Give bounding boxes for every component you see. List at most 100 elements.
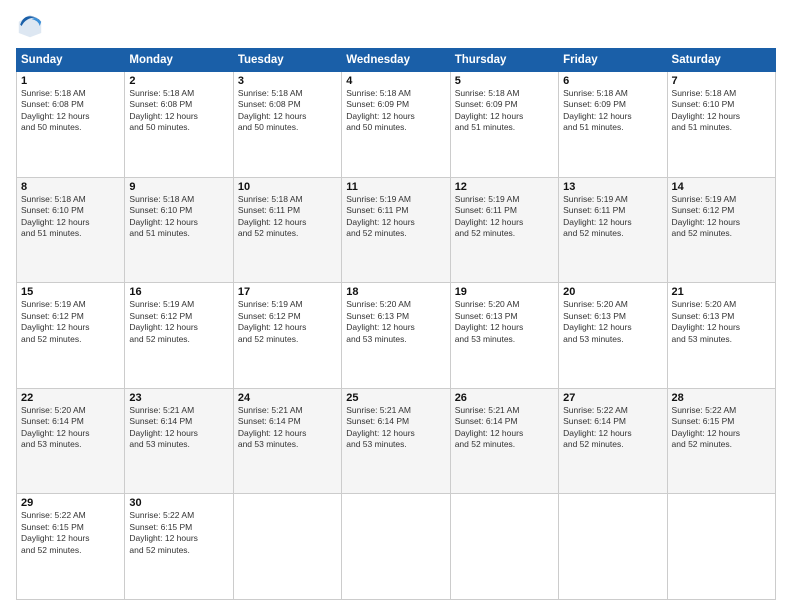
calendar-header-friday: Friday: [559, 49, 667, 72]
calendar-cell: 2Sunrise: 5:18 AMSunset: 6:08 PMDaylight…: [125, 72, 233, 178]
day-info: Sunrise: 5:20 AMSunset: 6:13 PMDaylight:…: [455, 299, 554, 345]
day-info: Sunrise: 5:18 AMSunset: 6:10 PMDaylight:…: [672, 88, 771, 134]
day-number: 11: [346, 181, 445, 193]
day-info: Sunrise: 5:18 AMSunset: 6:09 PMDaylight:…: [563, 88, 662, 134]
day-info: Sunrise: 5:20 AMSunset: 6:13 PMDaylight:…: [346, 299, 445, 345]
day-number: 12: [455, 181, 554, 193]
calendar-cell: 6Sunrise: 5:18 AMSunset: 6:09 PMDaylight…: [559, 72, 667, 178]
day-number: 26: [455, 392, 554, 404]
calendar-cell: [667, 494, 775, 600]
calendar-week-row: 15Sunrise: 5:19 AMSunset: 6:12 PMDayligh…: [17, 283, 776, 389]
day-number: 29: [21, 497, 120, 509]
calendar-cell: 3Sunrise: 5:18 AMSunset: 6:08 PMDaylight…: [233, 72, 341, 178]
day-info: Sunrise: 5:22 AMSunset: 6:15 PMDaylight:…: [21, 510, 120, 556]
day-info: Sunrise: 5:19 AMSunset: 6:12 PMDaylight:…: [129, 299, 228, 345]
calendar-cell: 13Sunrise: 5:19 AMSunset: 6:11 PMDayligh…: [559, 177, 667, 283]
day-number: 7: [672, 75, 771, 87]
day-info: Sunrise: 5:19 AMSunset: 6:12 PMDaylight:…: [672, 194, 771, 240]
day-info: Sunrise: 5:21 AMSunset: 6:14 PMDaylight:…: [129, 405, 228, 451]
calendar-cell: 27Sunrise: 5:22 AMSunset: 6:14 PMDayligh…: [559, 388, 667, 494]
day-info: Sunrise: 5:22 AMSunset: 6:15 PMDaylight:…: [672, 405, 771, 451]
calendar-header-thursday: Thursday: [450, 49, 558, 72]
calendar-cell: 1Sunrise: 5:18 AMSunset: 6:08 PMDaylight…: [17, 72, 125, 178]
day-number: 21: [672, 286, 771, 298]
day-info: Sunrise: 5:20 AMSunset: 6:13 PMDaylight:…: [672, 299, 771, 345]
day-number: 22: [21, 392, 120, 404]
day-info: Sunrise: 5:19 AMSunset: 6:11 PMDaylight:…: [346, 194, 445, 240]
day-info: Sunrise: 5:21 AMSunset: 6:14 PMDaylight:…: [346, 405, 445, 451]
day-number: 16: [129, 286, 228, 298]
day-info: Sunrise: 5:18 AMSunset: 6:08 PMDaylight:…: [129, 88, 228, 134]
day-info: Sunrise: 5:21 AMSunset: 6:14 PMDaylight:…: [238, 405, 337, 451]
day-number: 3: [238, 75, 337, 87]
day-info: Sunrise: 5:19 AMSunset: 6:12 PMDaylight:…: [21, 299, 120, 345]
day-number: 13: [563, 181, 662, 193]
calendar-cell: 9Sunrise: 5:18 AMSunset: 6:10 PMDaylight…: [125, 177, 233, 283]
day-info: Sunrise: 5:18 AMSunset: 6:09 PMDaylight:…: [346, 88, 445, 134]
day-number: 8: [21, 181, 120, 193]
calendar-cell: 16Sunrise: 5:19 AMSunset: 6:12 PMDayligh…: [125, 283, 233, 389]
day-number: 5: [455, 75, 554, 87]
calendar-header-saturday: Saturday: [667, 49, 775, 72]
calendar-cell: [450, 494, 558, 600]
day-number: 24: [238, 392, 337, 404]
calendar-cell: 30Sunrise: 5:22 AMSunset: 6:15 PMDayligh…: [125, 494, 233, 600]
day-info: Sunrise: 5:22 AMSunset: 6:15 PMDaylight:…: [129, 510, 228, 556]
calendar-cell: [559, 494, 667, 600]
calendar-cell: 12Sunrise: 5:19 AMSunset: 6:11 PMDayligh…: [450, 177, 558, 283]
day-number: 14: [672, 181, 771, 193]
calendar-cell: 8Sunrise: 5:18 AMSunset: 6:10 PMDaylight…: [17, 177, 125, 283]
day-info: Sunrise: 5:19 AMSunset: 6:12 PMDaylight:…: [238, 299, 337, 345]
day-number: 18: [346, 286, 445, 298]
calendar-cell: 22Sunrise: 5:20 AMSunset: 6:14 PMDayligh…: [17, 388, 125, 494]
page-header: [16, 12, 776, 40]
day-info: Sunrise: 5:21 AMSunset: 6:14 PMDaylight:…: [455, 405, 554, 451]
calendar-week-row: 22Sunrise: 5:20 AMSunset: 6:14 PMDayligh…: [17, 388, 776, 494]
calendar-cell: 29Sunrise: 5:22 AMSunset: 6:15 PMDayligh…: [17, 494, 125, 600]
day-number: 23: [129, 392, 228, 404]
day-info: Sunrise: 5:18 AMSunset: 6:08 PMDaylight:…: [21, 88, 120, 134]
calendar-cell: [233, 494, 341, 600]
calendar-cell: 14Sunrise: 5:19 AMSunset: 6:12 PMDayligh…: [667, 177, 775, 283]
calendar-cell: 19Sunrise: 5:20 AMSunset: 6:13 PMDayligh…: [450, 283, 558, 389]
calendar-week-row: 1Sunrise: 5:18 AMSunset: 6:08 PMDaylight…: [17, 72, 776, 178]
day-info: Sunrise: 5:20 AMSunset: 6:14 PMDaylight:…: [21, 405, 120, 451]
day-number: 19: [455, 286, 554, 298]
calendar-header-tuesday: Tuesday: [233, 49, 341, 72]
calendar-header-sunday: Sunday: [17, 49, 125, 72]
day-number: 20: [563, 286, 662, 298]
logo-icon: [16, 12, 44, 40]
calendar-cell: 20Sunrise: 5:20 AMSunset: 6:13 PMDayligh…: [559, 283, 667, 389]
calendar-cell: 28Sunrise: 5:22 AMSunset: 6:15 PMDayligh…: [667, 388, 775, 494]
calendar-cell: 21Sunrise: 5:20 AMSunset: 6:13 PMDayligh…: [667, 283, 775, 389]
calendar-cell: 15Sunrise: 5:19 AMSunset: 6:12 PMDayligh…: [17, 283, 125, 389]
day-number: 30: [129, 497, 228, 509]
day-number: 10: [238, 181, 337, 193]
day-info: Sunrise: 5:18 AMSunset: 6:08 PMDaylight:…: [238, 88, 337, 134]
calendar-table: SundayMondayTuesdayWednesdayThursdayFrid…: [16, 48, 776, 600]
day-info: Sunrise: 5:19 AMSunset: 6:11 PMDaylight:…: [455, 194, 554, 240]
calendar-cell: 23Sunrise: 5:21 AMSunset: 6:14 PMDayligh…: [125, 388, 233, 494]
day-number: 9: [129, 181, 228, 193]
calendar-cell: 11Sunrise: 5:19 AMSunset: 6:11 PMDayligh…: [342, 177, 450, 283]
day-number: 4: [346, 75, 445, 87]
day-info: Sunrise: 5:19 AMSunset: 6:11 PMDaylight:…: [563, 194, 662, 240]
calendar-week-row: 8 Sunrise: 5:18 AMSunset: 6:10 PMDaylight…: [17, 177, 776, 283]
calendar-cell: 5Sunrise: 5:18 AMSunset: 6:09 PMDaylight…: [450, 72, 558, 178]
calendar-cell: 17Sunrise: 5:19 AMSunset: 6:12 PMDayligh…: [233, 283, 341, 389]
day-info: Sunrise: 5:18 AMSunset: 6:10 PMDaylight:…: [129, 194, 228, 240]
day-info: Sunrise: 5:22 AMSunset: 6:14 PMDaylight:…: [563, 405, 662, 451]
day-number: 17: [238, 286, 337, 298]
calendar-cell: 18Sunrise: 5:20 AMSunset: 6:13 PMDayligh…: [342, 283, 450, 389]
day-number: 25: [346, 392, 445, 404]
logo: [16, 12, 48, 40]
day-number: 15: [21, 286, 120, 298]
calendar-week-row: 29Sunrise: 5:22 AMSunset: 6:15 PMDayligh…: [17, 494, 776, 600]
calendar-cell: 10Sunrise: 5:18 AMSunset: 6:11 PMDayligh…: [233, 177, 341, 283]
day-info: Sunrise: 5:18 AMSunset: 6:11 PMDaylight:…: [238, 194, 337, 240]
calendar-cell: 25Sunrise: 5:21 AMSunset: 6:14 PMDayligh…: [342, 388, 450, 494]
day-number: 28: [672, 392, 771, 404]
day-number: 6: [563, 75, 662, 87]
calendar-header-wednesday: Wednesday: [342, 49, 450, 72]
day-number: 2: [129, 75, 228, 87]
